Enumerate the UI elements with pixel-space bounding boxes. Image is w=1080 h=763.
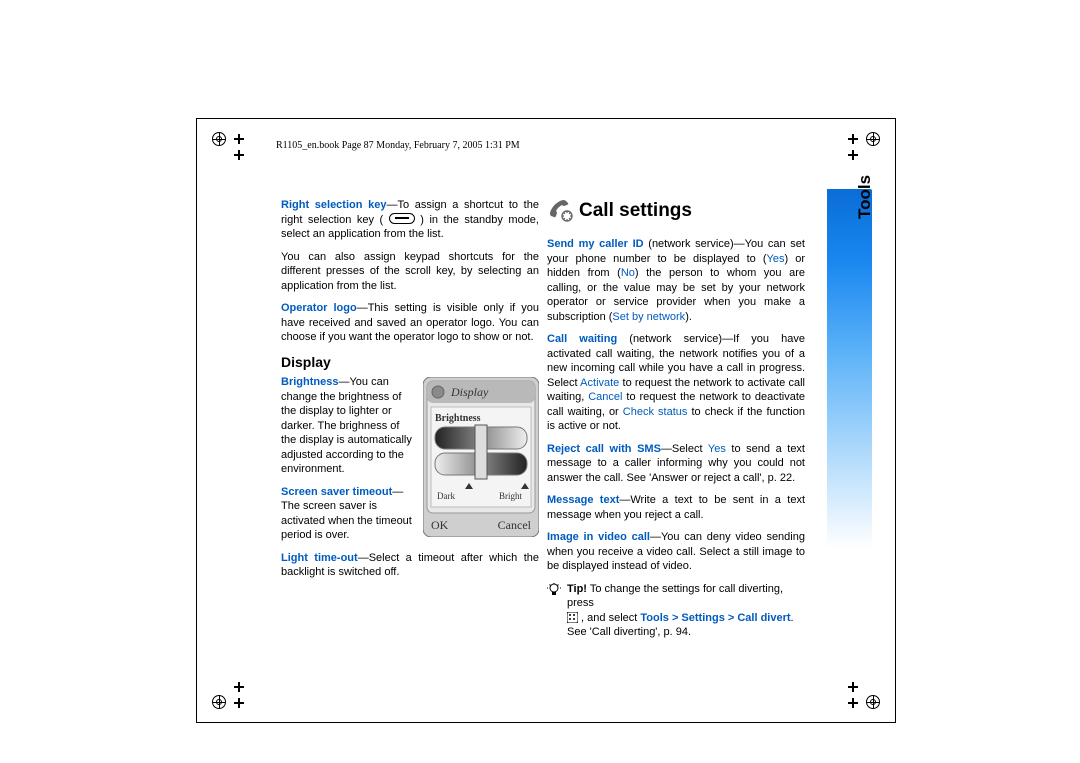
registration-mark	[866, 132, 880, 146]
shot-bright-label: Bright	[499, 491, 523, 501]
para-screen-saver: Screen saver timeout—The screen saver is…	[281, 485, 413, 543]
page-header: R1105_en.book Page 87 Monday, February 7…	[276, 140, 520, 151]
para-send-my-caller-id: Send my caller ID (network service)—You …	[547, 237, 805, 324]
term: Operator logo	[281, 302, 357, 314]
shot-brightness-label: Brightness	[435, 413, 481, 424]
para-operator-logo: Operator logo—This setting is visible on…	[281, 301, 539, 345]
phone-screenshot: Display Brightness Dark Bright OK Cancel	[423, 377, 539, 537]
crop-mark	[848, 698, 858, 708]
term: Call waiting	[547, 333, 617, 345]
para-call-waiting: Call waiting (network service)—If you ha…	[547, 332, 805, 434]
para-right-selection-key: Right selection key—To assign a shortcut…	[281, 198, 539, 242]
crop-mark	[848, 134, 858, 144]
menu-key-icon	[567, 612, 578, 623]
tip-text: Tip! To change the settings for call div…	[567, 582, 805, 640]
crop-mark	[234, 698, 244, 708]
para-reject-call-sms: Reject call with SMS—Select Yes to send …	[547, 442, 805, 486]
crop-mark	[848, 150, 858, 160]
term: Screen saver timeout	[281, 486, 392, 498]
right-column: Call settings Send my caller ID (network…	[547, 198, 805, 640]
term: Send my caller ID	[547, 238, 644, 250]
call-settings-icon	[547, 200, 573, 222]
para-light-timeout: Light time-out—Select a timeout after wh…	[281, 551, 539, 580]
selection-key-icon	[389, 213, 415, 224]
left-column: Right selection key—To assign a shortcut…	[281, 198, 539, 588]
term: Image in video call	[547, 531, 650, 543]
term: Message text	[547, 494, 619, 506]
crop-mark	[234, 150, 244, 160]
shot-title: Display	[450, 385, 489, 399]
term: Light time-out	[281, 552, 358, 564]
para-message-text: Message text—Write a text to be sent in …	[547, 493, 805, 522]
para-keypad-shortcuts: You can also assign keypad shortcuts for…	[281, 250, 539, 294]
tip-block: Tip! To change the settings for call div…	[547, 582, 805, 640]
heading-call-settings: Call settings	[547, 198, 805, 223]
term: Brightness	[281, 376, 338, 388]
registration-mark	[866, 695, 880, 709]
para-image-in-video-call: Image in video call—You can deny video s…	[547, 530, 805, 574]
shot-dark-label: Dark	[437, 491, 455, 501]
page-number: 87	[827, 641, 872, 659]
crop-mark	[234, 682, 244, 692]
para-brightness: Brightness—You can change the brightness…	[281, 375, 413, 477]
display-block: Display Brightness Dark Bright OK Cancel…	[281, 375, 539, 551]
side-tab: Tools 87	[827, 189, 872, 669]
crop-mark	[234, 134, 244, 144]
registration-mark	[212, 132, 226, 146]
crop-mark	[848, 682, 858, 692]
subheading-display: Display	[281, 353, 539, 371]
shot-cancel: Cancel	[498, 518, 532, 532]
shot-ok: OK	[431, 518, 449, 532]
heading-text: Call settings	[579, 198, 692, 223]
section-label: Tools	[855, 175, 875, 219]
tip-icon	[547, 583, 561, 602]
registration-mark	[212, 695, 226, 709]
term: Right selection key	[281, 199, 386, 211]
term: Reject call with SMS	[547, 443, 661, 455]
